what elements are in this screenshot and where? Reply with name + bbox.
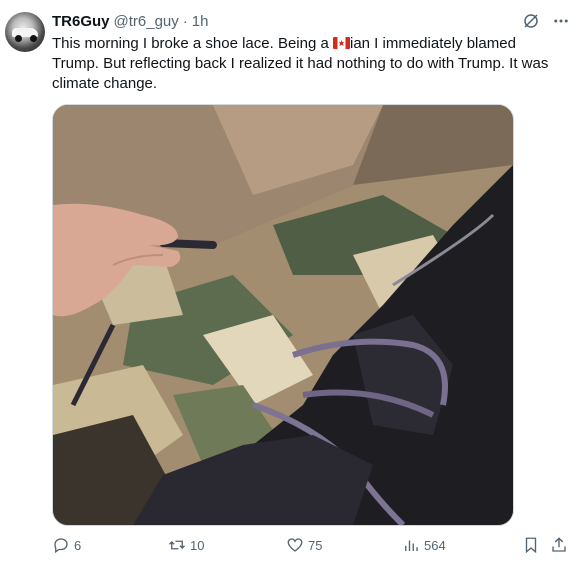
repost-icon: [169, 540, 185, 550]
tweet-actions: 6 10 75 564: [52, 536, 570, 558]
tweet-header: TR6Guy @tr6_guy · 1h: [52, 12, 208, 30]
repost-count: 10: [190, 537, 205, 553]
reply-count: 6: [74, 537, 82, 553]
bookmark-button[interactable]: [522, 536, 540, 554]
author-avatar[interactable]: [5, 12, 45, 52]
share-icon: [552, 537, 566, 552]
heart-icon: [287, 538, 303, 552]
avatar-wheel: [15, 35, 22, 42]
views-button[interactable]: 564: [402, 536, 446, 554]
like-count: 75: [308, 537, 323, 553]
author-name[interactable]: TR6Guy: [52, 13, 110, 30]
reply-icon: [54, 538, 68, 554]
bookmark-icon: [525, 537, 537, 554]
repost-button[interactable]: 10: [168, 536, 204, 554]
views-icon: [405, 540, 418, 551]
view-count: 564: [424, 537, 446, 553]
avatar-wheel: [30, 35, 37, 42]
tweet-top-actions: [522, 12, 570, 30]
author-handle[interactable]: @tr6_guy: [114, 13, 179, 30]
tweet-text-part-1: This morning I broke a shoe lace. Being …: [52, 35, 333, 52]
photo-broken-shoelace: [53, 105, 513, 525]
share-button[interactable]: [550, 536, 568, 554]
canada-flag-icon: [333, 37, 350, 49]
more-icon[interactable]: [552, 12, 570, 30]
time-separator: ·: [182, 12, 188, 30]
reply-button[interactable]: 6: [52, 536, 81, 554]
grok-icon[interactable]: [522, 12, 540, 30]
tweet-photo[interactable]: [52, 104, 514, 526]
tweet-time[interactable]: 1h: [192, 13, 209, 30]
tweet-text: This morning I broke a shoe lace. Being …: [52, 34, 552, 94]
like-button[interactable]: 75: [286, 536, 322, 554]
